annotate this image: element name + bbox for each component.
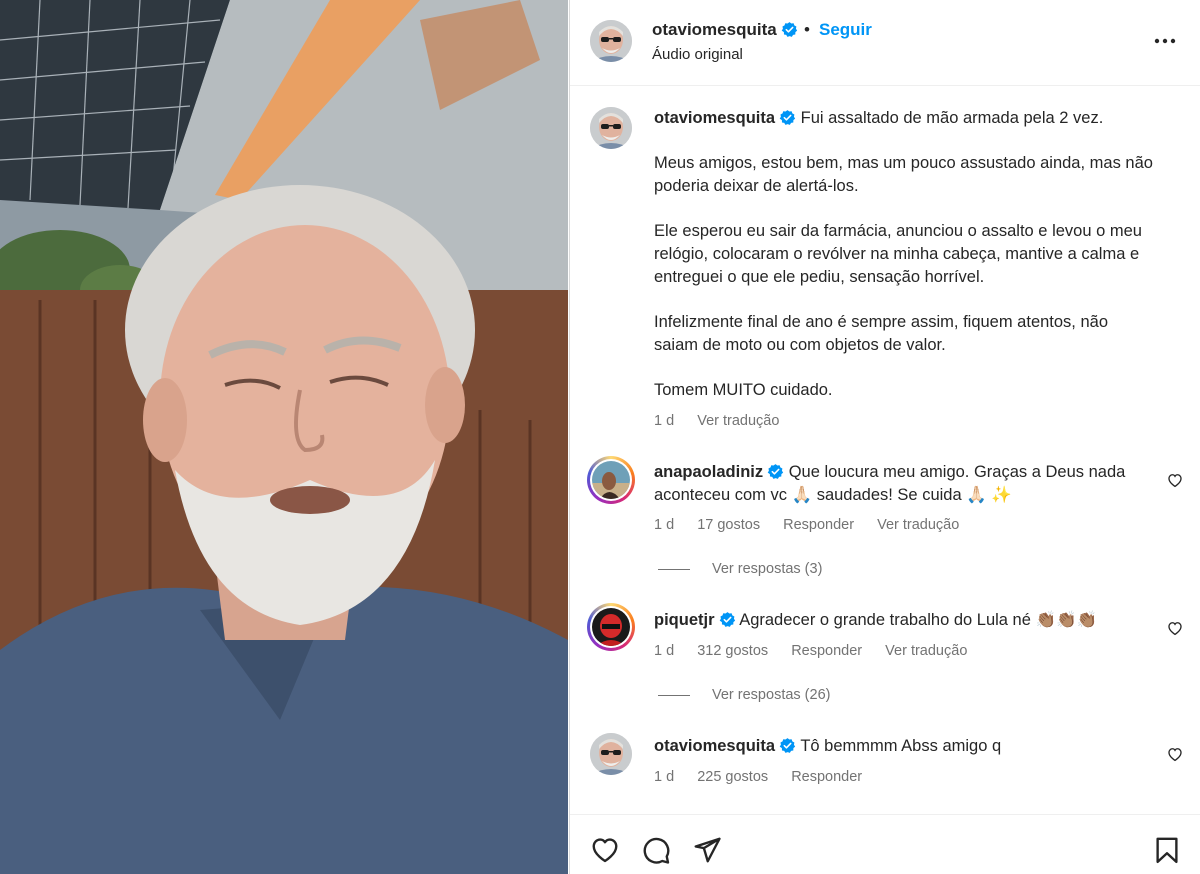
comment-likes-count[interactable]: 312 gostos	[697, 643, 768, 659]
author-avatar[interactable]	[590, 20, 632, 62]
verified-badge-icon	[779, 738, 796, 753]
comment-reply-button[interactable]: Responder	[791, 643, 862, 659]
comment-likes-count[interactable]: 225 gostos	[697, 769, 768, 785]
caption-translate-button[interactable]: Ver tradução	[697, 413, 779, 429]
view-replies-label[interactable]: Ver respostas (26)	[712, 687, 830, 703]
comment-age[interactable]: 1 d	[654, 517, 674, 533]
commenter-avatar-story-ring[interactable]	[587, 456, 635, 504]
comment-text: piquetjr Agradecer o grande trabalho do …	[654, 609, 1154, 632]
comment-meta: 1 d 312 gostos Responder Ver tradução	[654, 643, 986, 659]
video-frame-illustration	[0, 0, 568, 874]
comment-like-heart-icon[interactable]	[1166, 619, 1184, 637]
comment-reply-button[interactable]: Responder	[783, 517, 854, 533]
author-username[interactable]: otaviomesquita	[652, 20, 777, 39]
caption-meta: 1 d Ver tradução	[654, 413, 798, 429]
commenter-avatar[interactable]	[590, 733, 632, 775]
comment-translate-button[interactable]: Ver tradução	[877, 517, 959, 533]
send-icon[interactable]	[692, 835, 722, 865]
comment-text: otaviomesquita Tô bemmmm Abss amigo q	[654, 735, 1154, 758]
commenter-avatar	[592, 461, 630, 499]
caption-paragraph: Tomem MUITO cuidado.	[654, 381, 833, 399]
comment-age[interactable]: 1 d	[654, 643, 674, 659]
comment-username[interactable]: piquetjr	[654, 611, 715, 629]
post-details-panel: otaviomesquita • Seguir Áudio original o…	[569, 0, 1200, 874]
comment-text: anapaoladiniz Que loucura meu amigo. Gra…	[654, 461, 1154, 507]
caption-paragraph: Ele esperou eu sair da farmácia, anuncio…	[654, 222, 1142, 286]
caption-paragraph: otaviomesquita Fui assaltado de mão arma…	[654, 107, 1154, 130]
comment-translate-button[interactable]: Ver tradução	[885, 643, 967, 659]
comment-username[interactable]: otaviomesquita	[654, 737, 775, 755]
caption-text: otaviomesquita Fui assaltado de mão arma…	[654, 107, 1154, 424]
comment-body: Tô bemmmm Abss amigo q	[800, 737, 1002, 755]
post-action-bar	[570, 814, 1200, 874]
verified-badge-icon	[779, 110, 796, 125]
replies-divider-line	[658, 568, 690, 570]
comment-username[interactable]: anapaoladiniz	[654, 463, 763, 481]
audio-label[interactable]: Áudio original	[652, 46, 743, 63]
view-replies-button[interactable]: Ver respostas (3)	[658, 561, 822, 577]
caption-age[interactable]: 1 d	[654, 413, 674, 429]
view-replies-button[interactable]: Ver respostas (26)	[658, 687, 830, 703]
comment-icon[interactable]	[641, 835, 671, 865]
comment-reply-button[interactable]: Responder	[791, 769, 862, 785]
caption-paragraph: Meus amigos, estou bem, mas um pouco ass…	[654, 154, 1153, 195]
comment-meta: 1 d 225 gostos Responder	[654, 769, 881, 785]
more-options-icon[interactable]	[1150, 26, 1180, 56]
follow-button[interactable]: Seguir	[819, 20, 872, 40]
post-header: otaviomesquita • Seguir Áudio original	[570, 0, 1200, 86]
replies-divider-line	[658, 694, 690, 696]
caption-paragraph: Infelizmente final de ano é sempre assim…	[654, 313, 1108, 354]
comment-like-heart-icon[interactable]	[1166, 471, 1184, 489]
separator-dot: •	[804, 20, 810, 39]
caption-avatar[interactable]	[590, 107, 632, 149]
comment-meta: 1 d 17 gostos Responder Ver tradução	[654, 517, 978, 533]
comment-likes-count[interactable]: 17 gostos	[697, 517, 760, 533]
comment-body: Agradecer o grande trabalho do Lula né 👏…	[739, 611, 1098, 629]
commenter-avatar-story-ring[interactable]	[587, 603, 635, 651]
view-replies-label[interactable]: Ver respostas (3)	[712, 561, 822, 577]
verified-badge-icon	[767, 464, 784, 479]
comment-like-heart-icon[interactable]	[1166, 745, 1184, 763]
heart-icon[interactable]	[590, 835, 620, 865]
verified-badge-icon	[781, 22, 797, 37]
comment-age[interactable]: 1 d	[654, 769, 674, 785]
bookmark-icon[interactable]	[1152, 835, 1182, 865]
commenter-avatar	[592, 608, 630, 646]
caption-line: Fui assaltado de mão armada pela 2 vez.	[800, 109, 1104, 127]
post-video[interactable]	[0, 0, 568, 874]
verified-badge-icon	[719, 612, 735, 627]
caption-username[interactable]: otaviomesquita	[654, 109, 775, 127]
comments-list[interactable]: otaviomesquita Fui assaltado de mão arma…	[570, 87, 1200, 813]
